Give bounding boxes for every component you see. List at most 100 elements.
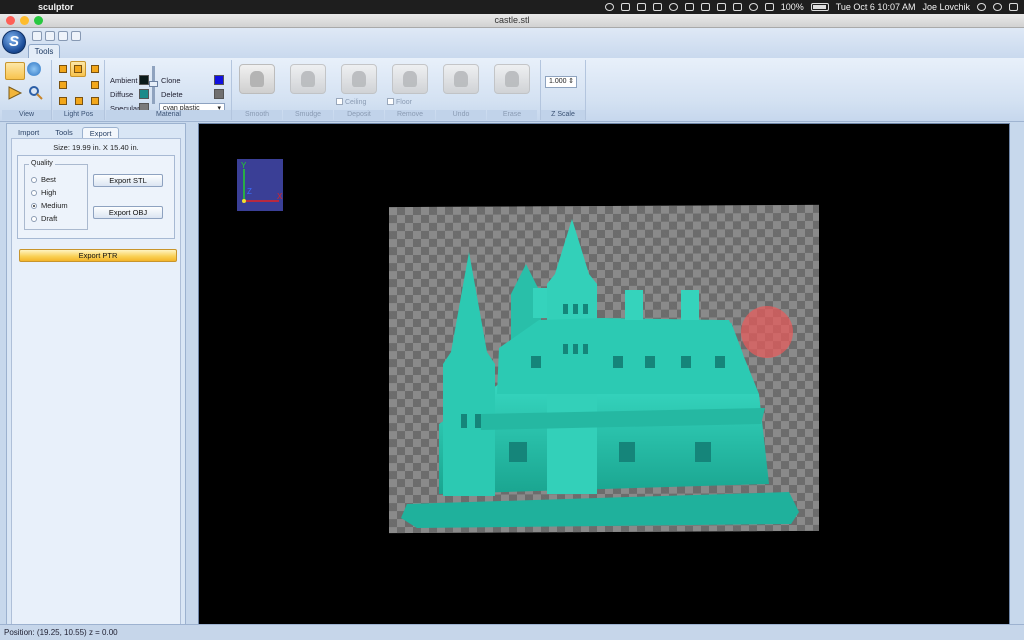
pan-view-icon[interactable] <box>5 84 25 102</box>
ceiling-checkbox[interactable]: Ceiling <box>336 98 366 106</box>
clone-color-swatch[interactable] <box>214 75 224 85</box>
ribbon: View Light Pos Ambient Diffuse Specular … <box>0 58 1024 122</box>
smooth-label: Smooth <box>232 110 282 120</box>
hand-quick-icon[interactable] <box>71 31 81 41</box>
castle-left-tower <box>443 252 495 496</box>
castle-chimney <box>681 290 699 320</box>
window-title: castle.stl <box>494 15 530 25</box>
tab-import[interactable]: Import <box>11 127 46 138</box>
tab-tools[interactable]: Tools <box>28 44 60 58</box>
app-menu[interactable]: sculptor <box>38 2 74 12</box>
quality-medium-label: Medium <box>41 201 68 210</box>
redo-quick-icon[interactable] <box>45 31 55 41</box>
siri-icon[interactable] <box>604 3 614 11</box>
delete-color-swatch[interactable] <box>214 89 224 99</box>
light-bottom-button[interactable] <box>75 97 83 105</box>
zoom-view-icon[interactable] <box>27 84 47 102</box>
model-size-text: Size: 19.99 in. X 15.40 in. <box>53 143 139 152</box>
light-top-button[interactable] <box>70 61 86 77</box>
open-quick-icon[interactable] <box>58 31 68 41</box>
diffuse-color-swatch[interactable] <box>139 89 149 99</box>
export-obj-button[interactable]: Export OBJ <box>93 206 163 219</box>
remove-icon <box>392 64 428 94</box>
mail-icon[interactable] <box>652 3 662 11</box>
quality-medium-radio[interactable]: Medium <box>31 201 68 210</box>
clone-label: Clone <box>161 76 181 85</box>
siri-orb-icon[interactable] <box>993 3 1002 11</box>
battery-icon[interactable] <box>810 3 829 11</box>
vpn-icon[interactable] <box>668 3 678 11</box>
remove-label: Remove <box>385 110 435 120</box>
undo-tool-button[interactable]: Undo <box>436 60 486 120</box>
control-center-icon[interactable] <box>1009 3 1018 11</box>
tab-tools-panel[interactable]: Tools <box>48 127 80 138</box>
z-scale-stepper[interactable]: 1.000 <box>545 76 577 88</box>
deposit-label: Deposit <box>334 110 384 120</box>
export-pane: Size: 19.99 in. X 15.40 in. Quality Best… <box>11 138 181 628</box>
ambient-color-swatch[interactable] <box>139 75 149 85</box>
mac-menubar: sculptor 100% Tue Oct 6 10:07 AM Joe Lov… <box>0 0 1024 14</box>
smooth-icon <box>239 64 275 94</box>
pen-icon[interactable] <box>684 3 694 11</box>
quality-group: Quality Best High Medium Draft <box>24 160 88 230</box>
quality-high-radio[interactable]: High <box>31 188 56 197</box>
delete-label: Delete <box>161 90 183 99</box>
castle-model <box>401 219 799 528</box>
quality-draft-radio[interactable]: Draft <box>31 214 57 223</box>
light-left-button[interactable] <box>59 81 67 89</box>
ambient-label: Ambient <box>110 76 138 85</box>
app-logo-icon[interactable] <box>2 30 26 54</box>
undo-quick-icon[interactable] <box>32 31 42 41</box>
spotlight-search-icon[interactable] <box>977 3 986 11</box>
light-right-button[interactable] <box>91 81 99 89</box>
grid-icon[interactable] <box>700 3 710 11</box>
light-pos-group-label: Light Pos <box>53 110 104 120</box>
light-pos-group: Light Pos <box>53 60 105 120</box>
panel-tabs: Import Tools Export <box>11 127 120 138</box>
smudge-tool-button[interactable]: Smudge <box>283 60 333 120</box>
light-top-left-button[interactable] <box>59 65 67 73</box>
volume-icon[interactable] <box>764 3 774 11</box>
quick-access-tools <box>32 31 81 41</box>
select-arrow-icon[interactable] <box>5 62 25 80</box>
erase-icon <box>494 64 530 94</box>
quality-draft-label: Draft <box>41 214 58 223</box>
brush-cursor <box>741 306 793 358</box>
3d-viewport[interactable]: Y X Z <box>198 123 1010 633</box>
castle-chimney <box>625 290 643 320</box>
light-bottom-right-button[interactable] <box>91 97 99 105</box>
deposit-icon <box>341 64 377 94</box>
quality-best-label: Best <box>41 175 57 184</box>
cursor-position-text: Position: (19.25, 10.55) z = 0.00 <box>4 628 118 637</box>
deposit-tool-button[interactable]: Ceiling Deposit <box>334 60 384 120</box>
dropbox-icon[interactable] <box>636 3 646 11</box>
undo-icon <box>443 64 479 94</box>
rotate-view-icon[interactable] <box>27 62 41 76</box>
material-group-label: Material <box>106 110 231 120</box>
tab-export[interactable]: Export <box>81 127 120 138</box>
shininess-slider[interactable] <box>149 66 158 104</box>
cloud-icon[interactable] <box>620 3 630 11</box>
smudge-label: Smudge <box>283 110 333 120</box>
view-group-label: View <box>2 110 51 120</box>
erase-tool-button[interactable]: Erase <box>487 60 537 120</box>
screen-mirroring-icon[interactable] <box>716 3 726 11</box>
light-bottom-left-button[interactable] <box>59 97 67 105</box>
smudge-icon <box>290 64 326 94</box>
light-top-right-button[interactable] <box>91 65 99 73</box>
quality-legend: Quality <box>29 160 55 167</box>
export-ptr-button[interactable]: Export PTR <box>19 249 177 262</box>
clock[interactable]: Tue Oct 6 10:07 AM <box>836 2 916 12</box>
export-options-box: Quality Best High Medium Draft Export ST… <box>17 155 175 239</box>
bluetooth-icon[interactable] <box>732 3 742 11</box>
export-stl-button[interactable]: Export STL <box>93 174 163 187</box>
remove-tool-button[interactable]: Floor Remove <box>385 60 435 120</box>
wifi-icon[interactable] <box>748 3 758 11</box>
user-name[interactable]: Joe Lovchik <box>922 2 970 12</box>
app-window: castle.stl Tools View <box>0 14 1024 640</box>
smooth-tool-button[interactable]: Smooth <box>232 60 282 120</box>
floor-checkbox[interactable]: Floor <box>387 98 412 106</box>
diffuse-label: Diffuse <box>110 90 134 99</box>
quality-best-radio[interactable]: Best <box>31 175 56 184</box>
title-bar: castle.stl <box>0 14 1024 28</box>
